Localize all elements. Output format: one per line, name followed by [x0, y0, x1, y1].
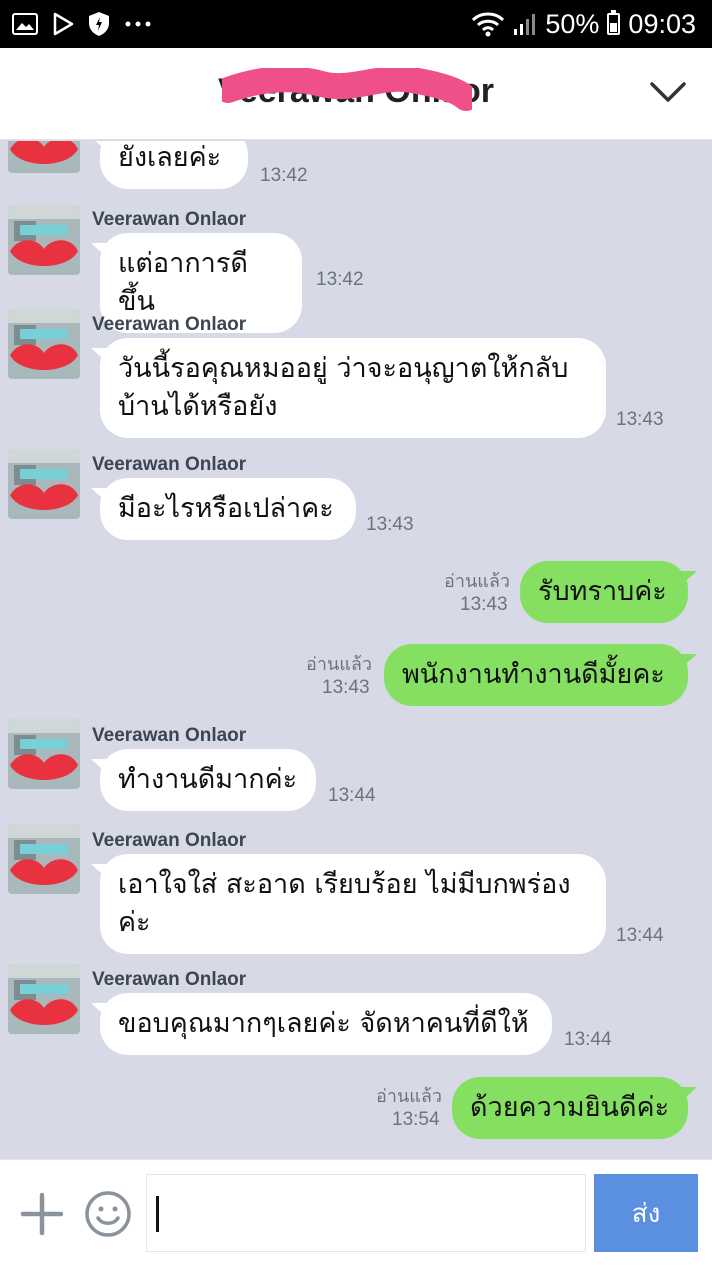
message-time: 13:43: [616, 409, 664, 430]
play-store-icon: [53, 12, 74, 36]
message-text: มีอะไรหรือเปล่าคะ: [118, 493, 334, 524]
message-bubble[interactable]: พนักงานทำงานดีมั้ยคะ: [384, 644, 688, 706]
message-time: 13:43: [460, 594, 508, 615]
message-text: เอาใจใส่ สะอาด เรียบร้อย ไม่มีบกพร่องค่ะ: [118, 869, 571, 938]
avatar[interactable]: [8, 964, 80, 1034]
image-icon: [12, 13, 38, 35]
avatar[interactable]: [8, 824, 80, 894]
read-receipt: อ่านแล้ว: [306, 654, 372, 675]
message-time: 13:42: [260, 165, 308, 186]
redaction-scribble: [222, 68, 472, 111]
notification-icons: [12, 10, 152, 38]
message-text: แต่อาการดีขึ้น: [118, 248, 248, 317]
battery-percent: 50%: [545, 8, 600, 39]
message-bubble[interactable]: รับทราบค่ะ: [520, 561, 688, 623]
sender-name: Veerawan Onlaor: [92, 314, 247, 335]
message-input-bar: ส่ง: [0, 1159, 712, 1265]
message-time: 13:54: [392, 1109, 440, 1130]
emoji-icon[interactable]: [84, 1190, 132, 1238]
message-bubble[interactable]: ทำงานดีมากค่ะ: [100, 749, 316, 811]
message-input[interactable]: [146, 1174, 586, 1252]
avatar[interactable]: [8, 449, 80, 519]
message-time: 13:42: [316, 269, 364, 290]
message-text: พนักงานทำงานดีมั้ยคะ: [402, 659, 665, 690]
text-cursor: [156, 1196, 159, 1232]
message-text: ทำงานดีมากค่ะ: [118, 764, 298, 795]
sender-name: Veerawan Onlaor: [92, 454, 247, 475]
signal-icon: [514, 14, 536, 35]
message-bubble[interactable]: ยังเลยค่ะ: [100, 141, 248, 189]
message-time: 13:43: [366, 514, 414, 535]
clock: 09:03: [628, 8, 696, 39]
message-text: รับทราบค่ะ: [538, 576, 667, 607]
battery-icon: [607, 10, 621, 35]
message-time: 13:44: [564, 1029, 612, 1050]
read-receipt: อ่านแล้ว: [444, 571, 510, 592]
message-bubble[interactable]: ด้วยความยินดีค่ะ: [452, 1077, 688, 1139]
message-text: ด้วยความยินดีค่ะ: [470, 1092, 670, 1123]
message-text: ขอบคุณมากๆเลยค่ะ จัดหาคนที่ดีให้: [118, 1008, 529, 1039]
avatar[interactable]: [8, 309, 80, 379]
avatar[interactable]: [8, 205, 80, 275]
sender-name: Veerawan Onlaor: [92, 969, 247, 990]
more-icon: [125, 21, 151, 27]
sender-name: Veerawan Onlaor: [92, 209, 247, 230]
read-receipt: อ่านแล้ว: [376, 1086, 442, 1107]
wifi-icon: [472, 12, 505, 37]
send-button[interactable]: ส่ง: [594, 1174, 698, 1252]
message-bubble[interactable]: มีอะไรหรือเปล่าคะ: [100, 478, 356, 540]
chat-header: Veerawan Onlaor: [0, 48, 712, 140]
message-text: วันนี้รอคุณหมออยู่ ว่าจะอนุญาตให้กลับบ้า…: [118, 353, 569, 422]
message-time: 13:44: [616, 925, 664, 946]
message-bubble[interactable]: วันนี้รอคุณหมออยู่ ว่าจะอนุญาตให้กลับบ้า…: [100, 338, 606, 438]
message-bubble[interactable]: ขอบคุณมากๆเลยค่ะ จัดหาคนที่ดีให้: [100, 993, 552, 1055]
chevron-down-icon[interactable]: [648, 76, 688, 108]
plus-icon[interactable]: [20, 1192, 64, 1236]
sender-name: Veerawan Onlaor: [92, 830, 247, 851]
message-bubble[interactable]: เอาใจใส่ สะอาด เรียบร้อย ไม่มีบกพร่องค่ะ: [100, 854, 606, 954]
message-time: 13:44: [328, 785, 376, 806]
message-time: 13:43: [322, 677, 370, 698]
status-bar: 50% 09:03: [0, 0, 712, 48]
message-text: ยังเลยค่ะ: [118, 142, 222, 173]
avatar[interactable]: [8, 141, 80, 173]
avatar[interactable]: [8, 719, 80, 789]
chat-area[interactable]: ยังเลยค่ะ 13:42 Veerawan Onlaor แต่อาการ…: [0, 141, 712, 1159]
system-status: 50% 09:03: [471, 8, 696, 40]
shield-icon: [89, 12, 109, 36]
sender-name: Veerawan Onlaor: [92, 725, 247, 746]
